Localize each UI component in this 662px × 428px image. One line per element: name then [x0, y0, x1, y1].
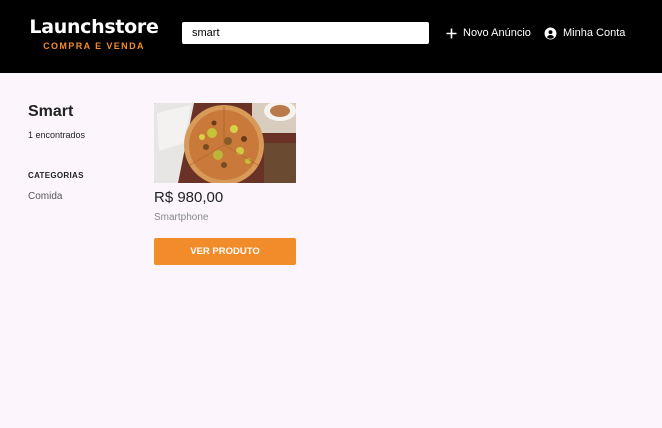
new-ad-link[interactable]: Novo Anúncio [446, 25, 531, 41]
new-ad-label: Novo Anúncio [463, 27, 531, 39]
results-count: 1 encontrados [28, 130, 86, 140]
results-sidebar: Smart 1 encontrados CATEGORIAS Comida [28, 103, 138, 202]
categories-title: CATEGORIAS [28, 171, 84, 180]
category-item-comida[interactable]: Comida [28, 191, 138, 202]
header: Launchstore COMPRA E VENDA Novo Anúncio … [0, 0, 662, 73]
product-image[interactable] [154, 103, 296, 183]
logo-title: Launchstore [29, 16, 159, 38]
account-link[interactable]: Minha Conta [544, 25, 625, 41]
product-card[interactable]: R$ 980,00 Smartphone VER PRODUTO [154, 103, 296, 265]
account-circle-icon [544, 27, 557, 40]
view-product-button[interactable]: VER PRODUTO [154, 238, 296, 265]
search-term-heading: Smart [28, 103, 74, 120]
logo[interactable]: Launchstore COMPRA E VENDA [29, 15, 159, 51]
product-category: Smartphone [154, 212, 209, 223]
logo-subtitle: COMPRA E VENDA [43, 41, 145, 51]
product-price: R$ 980,00 [154, 189, 224, 206]
plus-icon [446, 28, 457, 39]
search-input[interactable] [182, 22, 429, 44]
account-label: Minha Conta [563, 27, 626, 39]
